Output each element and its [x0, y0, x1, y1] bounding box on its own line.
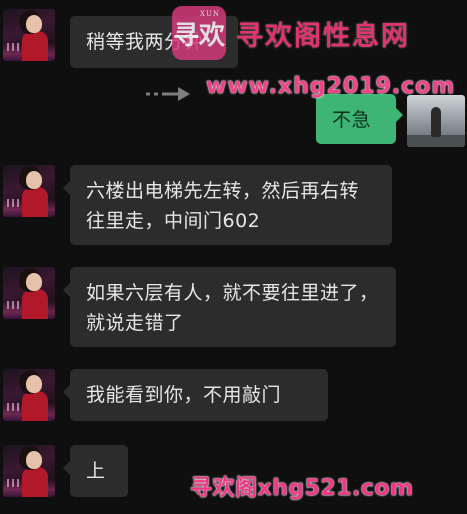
contact-avatar[interactable]: [3, 445, 55, 497]
message-bubble[interactable]: 六楼出电梯先左转，然后再右转往里走，中间门602: [63, 165, 392, 245]
message-text: 不急: [332, 109, 372, 131]
message-bubble[interactable]: 稍等我两分钟: [70, 16, 238, 68]
message-text: 上: [86, 460, 106, 482]
contact-avatar[interactable]: [3, 9, 55, 61]
arrow-right-icon: [146, 87, 190, 101]
watermark-url-bottom: 寻欢阁xhg521.com: [190, 476, 414, 501]
message-text: 稍等我两分钟: [86, 31, 204, 53]
my-message-bubble[interactable]: 不急: [316, 94, 403, 144]
contact-avatar[interactable]: [3, 267, 55, 319]
my-avatar[interactable]: [407, 95, 465, 147]
message-bubble[interactable]: 上: [63, 445, 128, 497]
watermark-title: 寻欢阁性息网: [236, 21, 410, 52]
message-bubble[interactable]: 如果六层有人，就不要往里进了，就说走错了: [63, 267, 396, 347]
message-text: 如果六层有人，就不要往里进了，就说走错了: [86, 282, 379, 334]
chat-conversation: 稍等我两分钟 不急 六楼出电梯先左转，然后再右转往里走，中间门602 如果六层有…: [0, 0, 467, 514]
contact-avatar[interactable]: [3, 165, 55, 217]
message-text: 六楼出电梯先左转，然后再右转往里走，中间门602: [86, 180, 360, 232]
message-text: 我能看到你，不用敲门: [86, 384, 282, 406]
contact-avatar[interactable]: [3, 369, 55, 421]
message-bubble[interactable]: 我能看到你，不用敲门: [63, 369, 328, 421]
